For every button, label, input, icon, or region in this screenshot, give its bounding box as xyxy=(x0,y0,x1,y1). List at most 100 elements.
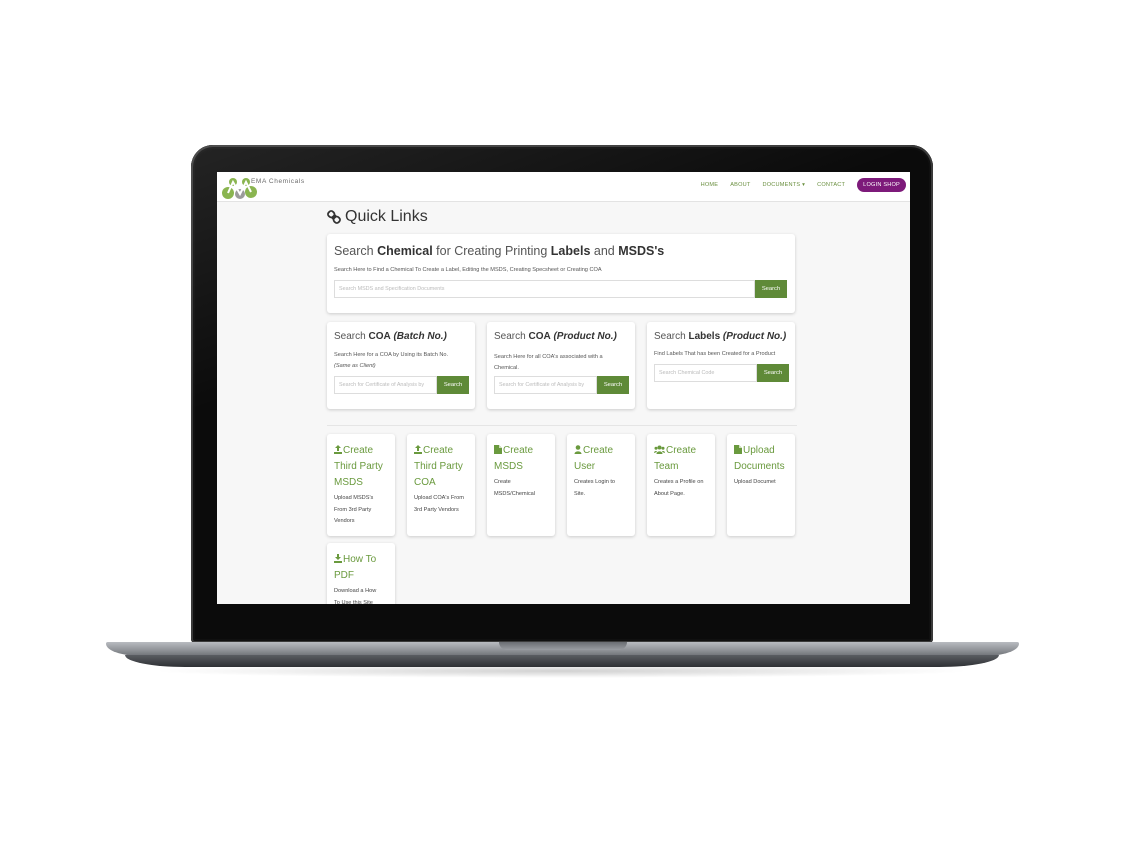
search-labels-button[interactable]: Search xyxy=(757,364,789,382)
search-labels-title: Search Labels (Product No.) xyxy=(654,331,786,342)
tile-description: Creates Login to Site. xyxy=(574,477,630,500)
search-coa-batch-description: Search Here for a COA by Using its Batch… xyxy=(334,352,449,358)
search-coa-product-description: Search Here for all COA's associated wit… xyxy=(494,354,603,371)
tile-title-line: Create xyxy=(583,445,614,456)
tile-title[interactable]: Upload Documents xyxy=(734,443,792,475)
title-part-bold: MSDS's xyxy=(618,244,665,258)
tile-description-line: Upload COA's From xyxy=(414,495,464,501)
tile-title[interactable]: Create MSDS xyxy=(494,443,552,475)
search-coa-batch-note: (Same as Client) xyxy=(334,363,376,369)
nav-contact-link[interactable]: CONTACT xyxy=(817,182,845,188)
quick-action-tile[interactable]: Upload Documents Upload Documet xyxy=(727,434,795,536)
upload-icon xyxy=(414,445,423,456)
laptop-notch xyxy=(499,642,627,650)
tile-description: Upload MSDS's From 3rd Party Vendors xyxy=(334,493,390,528)
page-title-text: Quick Links xyxy=(345,208,428,225)
title-part-bold: COA xyxy=(528,331,551,342)
tile-title-line: How To xyxy=(343,554,377,565)
search-labels-input[interactable] xyxy=(654,364,757,382)
tile-description-line: About Page. xyxy=(654,490,685,497)
tile-title[interactable]: Create Third Party MSDS xyxy=(334,443,392,491)
tile-description-line: Vendors xyxy=(334,518,355,524)
search-coa-product-input[interactable] xyxy=(494,376,597,394)
tile-title-line: User xyxy=(574,461,596,472)
main-nav: HOME ABOUT DOCUMENTS ▾ CONTACT LOGIN SHO… xyxy=(701,178,906,192)
title-part-bold: Labels xyxy=(550,244,591,258)
download-icon xyxy=(334,554,343,565)
tile-description-line: Creates Login to xyxy=(574,479,616,485)
tile-description-line: From 3rd Party xyxy=(334,506,372,513)
top-navbar: EMA Chemicals HOME ABOUT DOCUMENTS ▾ CON… xyxy=(217,172,910,202)
search-coa-batch-title: Search COA (Batch No.) xyxy=(334,331,447,342)
tile-description: Creates a Profile on About Page. xyxy=(654,477,710,500)
tile-title-line: Third Party xyxy=(334,461,383,472)
quick-action-tile[interactable]: Create Third Party MSDS Upload MSDS's From 3… xyxy=(327,434,395,536)
file-icon xyxy=(734,445,743,456)
title-part-italic: (Batch No.) xyxy=(390,331,447,342)
tile-description-line: Download a How xyxy=(334,588,377,594)
title-part-bold: Labels xyxy=(688,331,721,342)
laptop-screen: EMA Chemicals HOME ABOUT DOCUMENTS ▾ CON… xyxy=(217,172,910,604)
search-chemical-card: Search Chemical for Creating Printing La… xyxy=(327,234,795,313)
tile-title[interactable]: Create User xyxy=(574,443,632,475)
quick-action-tile[interactable]: Create Team Creates a Profile on About Page… xyxy=(647,434,715,536)
tile-description-line: Create xyxy=(494,479,511,485)
nav-documents-dropdown[interactable]: DOCUMENTS ▾ xyxy=(763,182,806,188)
nav-home-link[interactable]: HOME xyxy=(701,182,719,188)
tile-title[interactable]: How To PDF xyxy=(334,552,392,584)
search-chemical-input[interactable] xyxy=(334,280,755,298)
search-labels-description: Find Labels That has been Created for a … xyxy=(654,351,776,357)
tile-title-line: Team xyxy=(654,461,679,472)
title-part-bold: COA xyxy=(368,331,391,342)
tile-description: Upload Documet xyxy=(734,477,790,489)
tile-title[interactable]: Create Third Party COA xyxy=(414,443,472,491)
title-part: Search xyxy=(334,331,369,342)
title-part: for Creating Printing xyxy=(432,244,551,258)
brand-name: EMA Chemicals xyxy=(251,178,305,185)
tile-description-line: To Use this Site xyxy=(334,599,373,605)
quick-action-tile[interactable]: Create Third Party COA Upload COA's From 3rd… xyxy=(407,434,475,536)
link-icon xyxy=(327,210,341,224)
quick-action-tile[interactable]: How To PDF Download a How To Use this Site xyxy=(327,543,395,604)
search-chemical-button[interactable]: Search xyxy=(755,280,787,298)
tile-title-line: Create xyxy=(343,445,374,456)
tile-title-line: Create xyxy=(503,445,534,456)
main-content: Quick Links xyxy=(327,205,797,229)
tile-title-line: MSDS xyxy=(494,461,523,472)
search-coa-product-card: Search COA (Product No.) Search Here for… xyxy=(487,322,635,409)
search-coa-batch-input[interactable] xyxy=(334,376,437,394)
search-chemical-title: Search Chemical for Creating Printing La… xyxy=(334,244,664,258)
tile-title[interactable]: Create Team xyxy=(654,443,712,475)
nav-about-link[interactable]: ABOUT xyxy=(730,182,750,188)
file-icon xyxy=(494,445,503,456)
title-part: Search xyxy=(494,331,529,342)
tile-description-line: 3rd Party Vendors xyxy=(414,506,459,513)
upload-icon xyxy=(334,445,343,456)
tile-description: Create MSDS/Chemical xyxy=(494,477,550,500)
tile-title-line: MSDS xyxy=(334,477,363,488)
search-coa-product-title: Search COA (Product No.) xyxy=(494,331,617,342)
tile-description-line: MSDS/Chemical xyxy=(494,490,536,497)
title-part-bold: Chemical xyxy=(377,244,433,258)
tile-description-line: Creates a Profile on xyxy=(654,479,704,485)
search-coa-batch-card: Search COA (Batch No.) Search Here for a… xyxy=(327,322,475,409)
users-icon xyxy=(654,445,666,456)
tile-description-line: Upload Documet xyxy=(734,479,776,485)
login-shop-button[interactable]: LOGIN SHOP xyxy=(857,178,906,192)
search-chemical-description: Search Here to Find a Chemical To Create… xyxy=(334,267,602,273)
tile-title-line: Create xyxy=(423,445,454,456)
tile-description: Download a How To Use this Site xyxy=(334,586,390,604)
tile-title-line: COA xyxy=(414,477,436,488)
search-coa-batch-button[interactable]: Search xyxy=(437,376,469,394)
title-part: Search xyxy=(334,244,378,258)
title-part: Search xyxy=(654,331,689,342)
search-chemical-form: Search xyxy=(334,280,787,298)
quick-action-tile[interactable]: Create User Creates Login to Site. xyxy=(567,434,635,536)
tile-description-line: Upload MSDS's xyxy=(334,495,374,501)
search-coa-product-button[interactable]: Search xyxy=(597,376,629,394)
tile-title-line: Documents xyxy=(734,461,785,472)
title-part-italic: (Product No.) xyxy=(550,331,617,342)
page-title: Quick Links xyxy=(327,205,797,229)
quick-action-tile[interactable]: Create MSDS Create MSDS/Chemical xyxy=(487,434,555,536)
tile-title-line: Third Party xyxy=(414,461,463,472)
